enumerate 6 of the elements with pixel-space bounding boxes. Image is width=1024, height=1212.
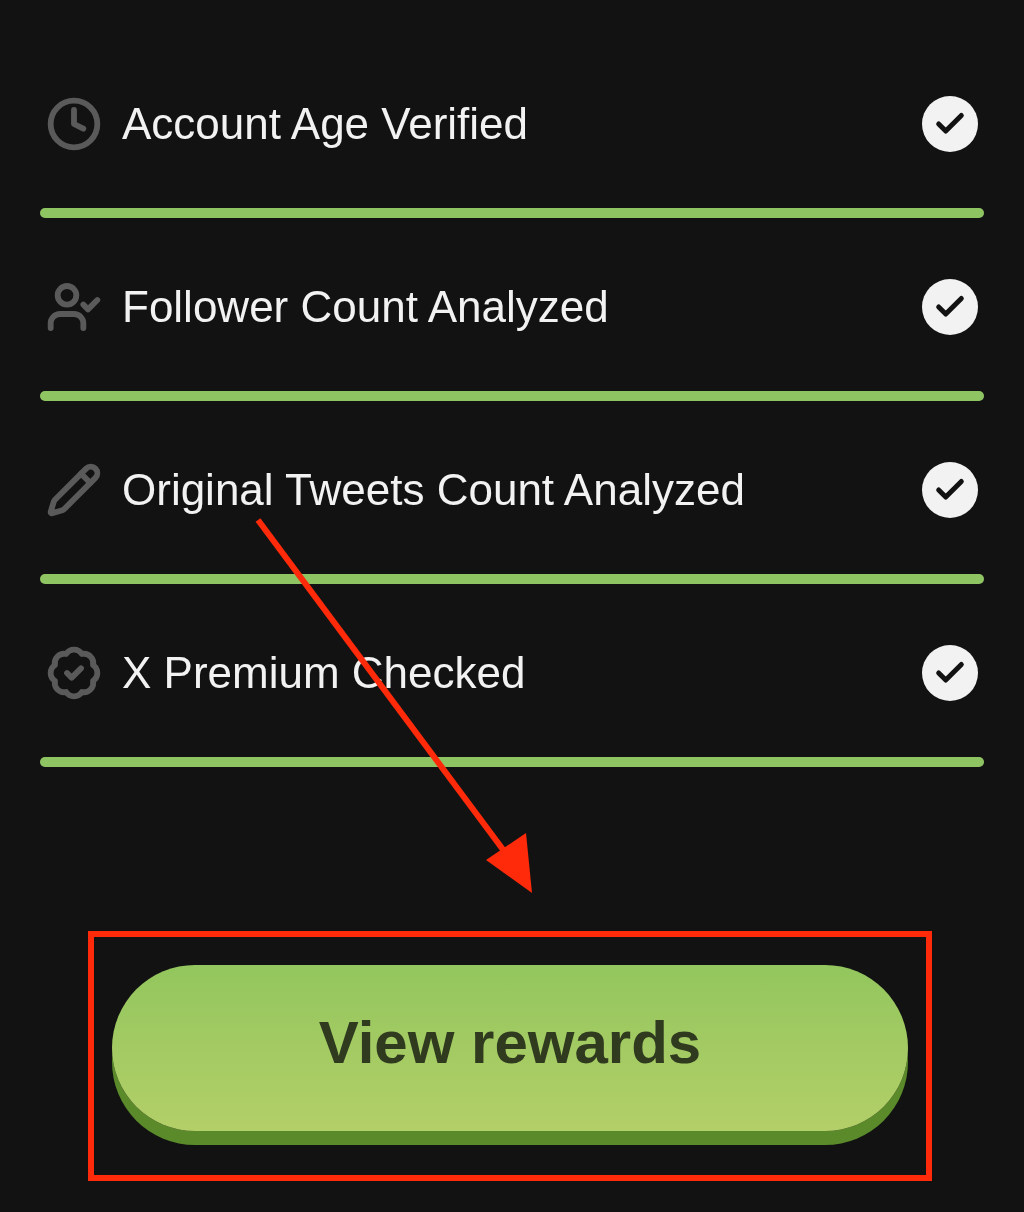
clock-icon bbox=[46, 96, 102, 152]
check-label: Original Tweets Count Analyzed bbox=[122, 464, 746, 516]
check-label: Account Age Verified bbox=[122, 98, 530, 150]
check-label: Follower Count Analyzed bbox=[122, 281, 610, 333]
pencil-icon bbox=[46, 462, 102, 518]
badge-check-icon bbox=[46, 645, 102, 701]
